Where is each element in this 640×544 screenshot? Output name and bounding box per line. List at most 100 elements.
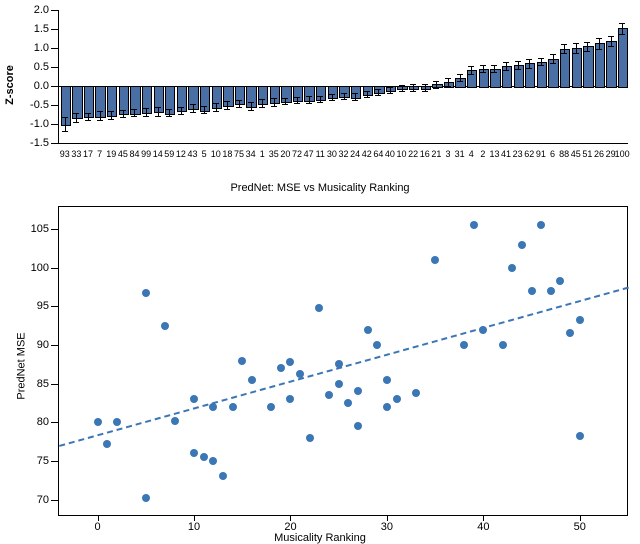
error-bar [460, 74, 461, 82]
error-cap [526, 68, 532, 69]
data-point [94, 418, 102, 426]
error-cap [491, 65, 497, 66]
bar [200, 86, 210, 112]
error-cap [457, 81, 463, 82]
data-point [190, 395, 198, 403]
bar [618, 28, 628, 88]
x-tick-label: 23 [513, 143, 523, 159]
x-tick-label: 21 [431, 143, 441, 159]
error-cap [131, 116, 137, 117]
error-cap [85, 113, 91, 114]
y-tick-label: 95 [37, 300, 59, 312]
error-cap [97, 111, 103, 112]
x-tick-label: 41 [501, 143, 511, 159]
error-bar [227, 101, 228, 109]
data-point [499, 341, 507, 349]
error-cap [108, 111, 114, 112]
data-point [344, 399, 352, 407]
data-point [209, 457, 217, 465]
zscore-bar-chart: Z-score -1.5-1.0-0.50.00.51.01.52.093331… [0, 0, 640, 170]
x-tick-label: 24 [350, 143, 360, 159]
data-point [325, 391, 333, 399]
error-bar [88, 113, 89, 121]
bar [560, 49, 570, 88]
data-point [315, 304, 323, 312]
data-point [296, 370, 304, 378]
error-cap [573, 43, 579, 44]
x-tick-label: 33 [71, 143, 81, 159]
error-cap [294, 103, 300, 104]
error-bar [425, 84, 426, 92]
data-point [518, 241, 526, 249]
y-tick-label: 1.0 [34, 42, 59, 54]
error-bar [541, 58, 542, 66]
data-point [113, 418, 121, 426]
bar [606, 41, 616, 88]
y-tick-label: 0.5 [34, 61, 59, 73]
x-tick-label: 17 [83, 143, 93, 159]
error-cap [120, 117, 126, 118]
y-tick-label: -1.0 [30, 118, 59, 130]
data-point [248, 376, 256, 384]
data-point [576, 432, 584, 440]
error-bar [494, 65, 495, 73]
y-tick-label: -1.5 [30, 137, 59, 149]
y-axis-label: PredNet MSE [15, 332, 27, 399]
error-bar [123, 110, 124, 118]
x-tick-label: 32 [338, 143, 348, 159]
x-tick-label: 19 [106, 143, 116, 159]
error-cap [271, 98, 277, 99]
error-bar [448, 78, 449, 86]
error-cap [85, 120, 91, 121]
x-tick-label: 12 [176, 143, 186, 159]
error-cap [166, 116, 172, 117]
error-cap [573, 53, 579, 54]
error-bar [204, 106, 205, 114]
error-cap [190, 104, 196, 105]
error-bar [274, 98, 275, 106]
error-cap [259, 107, 265, 108]
error-bar [355, 93, 356, 101]
error-cap [550, 54, 556, 55]
error-cap [282, 98, 288, 99]
data-point [142, 289, 150, 297]
error-cap [236, 107, 242, 108]
y-tick-label: 80 [37, 416, 59, 428]
x-tick-label: 10 [397, 143, 407, 159]
data-point [190, 449, 198, 457]
error-cap [282, 104, 288, 105]
bar [316, 86, 326, 101]
x-tick-label: 40 [477, 515, 489, 533]
data-point [142, 494, 150, 502]
error-cap [399, 91, 405, 92]
error-bar [181, 107, 182, 115]
x-tick-label: 84 [129, 143, 139, 159]
x-tick-label: 91 [536, 143, 546, 159]
x-tick-label: 50 [574, 515, 586, 533]
error-cap [73, 122, 79, 123]
x-tick-label: 45 [118, 143, 128, 159]
error-bar [262, 99, 263, 107]
error-cap [166, 109, 172, 110]
data-point [576, 316, 584, 324]
bar [142, 86, 152, 114]
error-cap [341, 93, 347, 94]
error-bar [599, 38, 600, 49]
error-cap [445, 86, 451, 87]
y-tick-label: 2.0 [34, 4, 59, 16]
data-point [373, 341, 381, 349]
figure: Z-score -1.5-1.0-0.50.00.51.01.52.093331… [0, 0, 640, 542]
error-bar [146, 108, 147, 116]
data-point [229, 403, 237, 411]
error-bar [216, 103, 217, 111]
data-point [286, 358, 294, 366]
error-cap [329, 100, 335, 101]
y-tick-label: 1.5 [34, 23, 59, 35]
x-tick-label: 45 [571, 143, 581, 159]
error-cap [259, 99, 265, 100]
error-cap [445, 78, 451, 79]
error-cap [480, 72, 486, 73]
x-tick-label: 35 [269, 143, 279, 159]
x-tick-label: 59 [164, 143, 174, 159]
error-cap [596, 38, 602, 39]
